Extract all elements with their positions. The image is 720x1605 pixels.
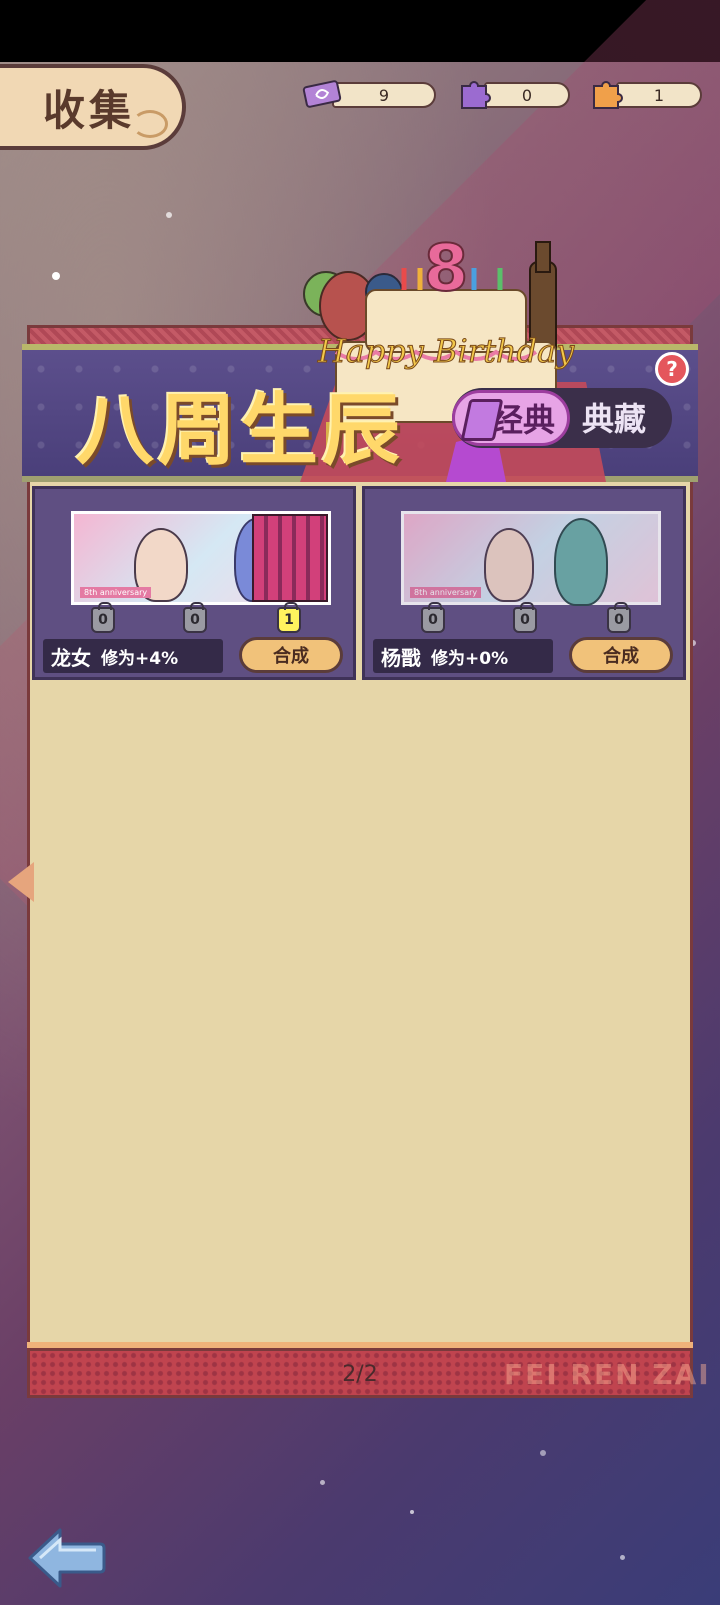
card-art-label: 8th anniversary: [410, 587, 482, 598]
resource-purple-puzzle: 0: [454, 81, 572, 110]
help-button[interactable]: ?: [655, 352, 689, 386]
card-name-box: 杨戬 修为+0%: [373, 639, 553, 673]
swirl-decoration-icon: [132, 110, 168, 138]
tab-collection[interactable]: 典藏: [582, 394, 646, 440]
card-artwork[interactable]: 8th anniversary: [401, 511, 661, 606]
card-fragment: [252, 514, 328, 602]
merge-button[interactable]: 合成: [569, 637, 673, 673]
card-bonus: 修为+0%: [431, 648, 509, 669]
page-title: 收集: [42, 85, 135, 135]
background-star: [410, 1510, 414, 1514]
cake-number: 8: [424, 232, 469, 306]
watermark-text: FEI REN ZAI: [504, 1358, 711, 1391]
ticket-icon: [302, 80, 342, 108]
card-name-box: 龙女 修为+4%: [43, 639, 223, 673]
merge-button[interactable]: 合成: [239, 637, 343, 673]
character-figure: [554, 518, 608, 606]
card-character-name: 杨戬: [381, 645, 421, 670]
collection-card-longnu: 8th anniversary 0 0 1 龙女 修为+4% 合成: [32, 486, 356, 680]
character-figure: [484, 528, 534, 602]
fragment-slot-3: 0: [607, 602, 631, 633]
card-art-label: 8th anniversary: [80, 587, 152, 598]
card-bonus: 修为+4%: [101, 648, 179, 669]
back-arrow-icon[interactable]: [26, 1524, 106, 1590]
resource-orange-puzzle-count: 1: [616, 82, 702, 108]
event-title: 八周生辰: [76, 386, 405, 476]
card-artwork[interactable]: 8th anniversary: [71, 511, 331, 605]
fragment-slot-2: 0: [513, 602, 537, 633]
resource-orange-puzzle: 1: [586, 81, 704, 110]
cake-text: Happy Birthday: [317, 332, 575, 370]
previous-page-arrow-icon[interactable]: [8, 862, 34, 902]
fragment-slot-1: 0: [91, 602, 115, 633]
page-indicator: 2/2: [342, 1362, 378, 1387]
orange-puzzle-icon: [593, 81, 623, 109]
card-character-name: 龙女: [51, 645, 91, 670]
fragment-slot-2: 0: [183, 602, 207, 633]
background-star: [52, 272, 60, 280]
fragment-slot-1: 0: [421, 602, 445, 633]
background-star: [320, 1480, 325, 1485]
background-star: [166, 212, 172, 218]
resource-ticket-count: 9: [332, 82, 436, 108]
background-star: [540, 1450, 546, 1456]
tab-classic[interactable]: 经典: [452, 390, 570, 446]
resource-ticket: 9: [302, 80, 438, 110]
page-title-badge: 收集: [0, 64, 186, 150]
collection-card-yangjian: 8th anniversary 0 0 0 杨戬 修为+0% 合成: [362, 486, 686, 680]
background-star: [620, 1555, 625, 1560]
resource-purple-puzzle-count: 0: [484, 82, 570, 108]
purple-puzzle-icon: [461, 81, 491, 109]
fragment-slot-3: 1: [277, 602, 301, 633]
